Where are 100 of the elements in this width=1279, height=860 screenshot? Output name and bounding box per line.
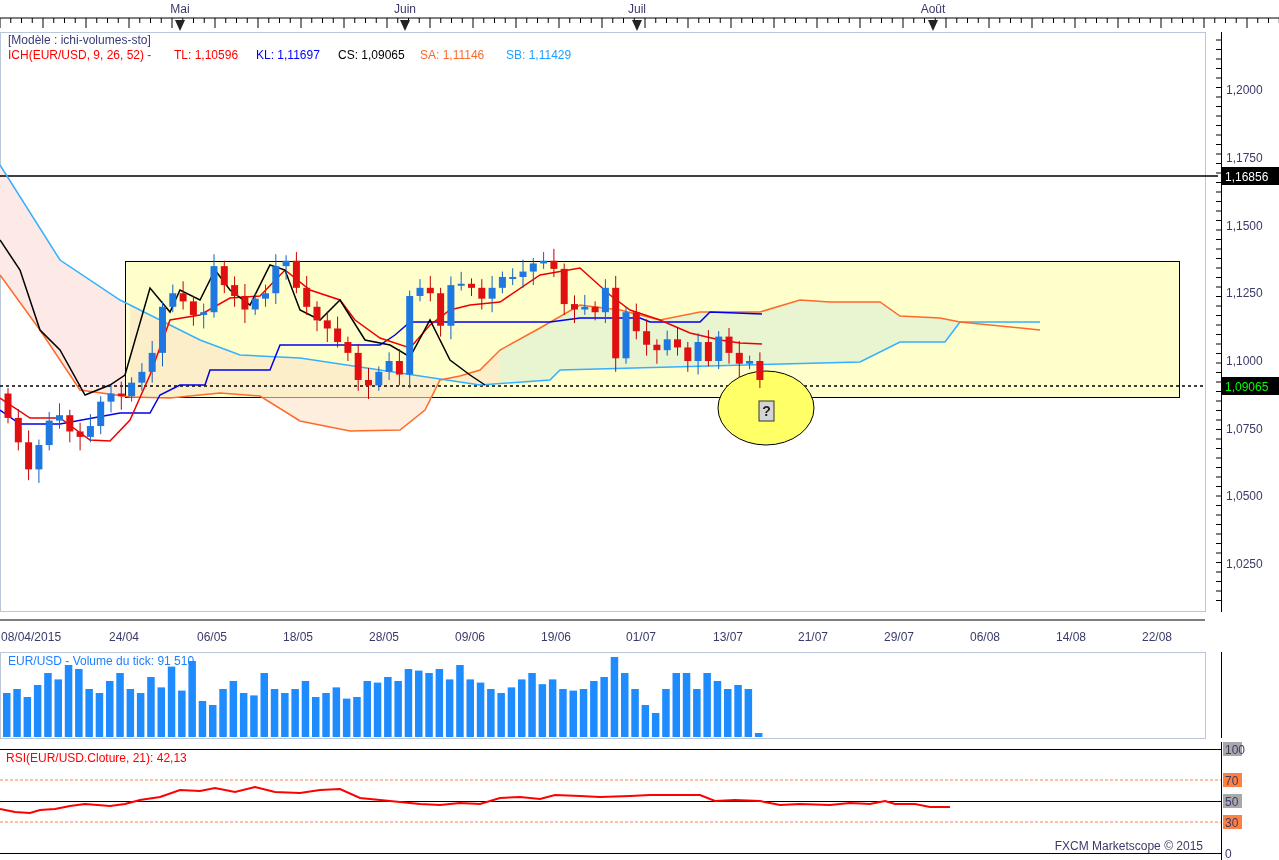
candlestick xyxy=(107,384,115,413)
candlestick xyxy=(416,278,424,302)
candlestick xyxy=(148,340,156,384)
candlestick xyxy=(251,292,259,316)
month-label: Juin xyxy=(394,2,416,16)
candlestick xyxy=(25,429,33,481)
date-label: 21/07 xyxy=(798,630,828,644)
month-label: Mai xyxy=(170,2,190,16)
candlestick xyxy=(303,275,311,316)
candlestick xyxy=(663,330,671,357)
candlestick xyxy=(540,251,548,270)
price-label: 1,0250 xyxy=(1226,557,1263,571)
candlestick xyxy=(241,283,249,324)
candlestick xyxy=(35,439,43,484)
date-label: 29/07 xyxy=(884,630,914,644)
candlestick xyxy=(14,408,22,451)
price-label: 1,1500 xyxy=(1226,219,1263,233)
month-label: Juil xyxy=(628,2,646,16)
date-label: 28/05 xyxy=(369,630,399,644)
candlestick xyxy=(694,332,702,376)
candlestick xyxy=(447,275,455,340)
legend-item: SB: 1,11429 xyxy=(506,48,572,62)
candlestick xyxy=(86,413,94,443)
candlestick xyxy=(334,316,342,348)
candlestick xyxy=(56,402,63,430)
month-label: Août xyxy=(920,2,946,16)
candlestick xyxy=(375,365,383,392)
candlestick xyxy=(704,329,712,367)
candlestick xyxy=(313,300,321,332)
candlestick xyxy=(323,311,331,343)
candlestick xyxy=(292,251,300,294)
candlestick xyxy=(344,336,352,362)
candlestick xyxy=(509,267,517,286)
candlestick xyxy=(169,284,177,313)
candlestick xyxy=(674,326,681,357)
candlestick xyxy=(282,254,290,281)
candlestick xyxy=(117,381,125,411)
candlestick xyxy=(488,275,496,313)
candlestick xyxy=(179,280,187,310)
price-label: 1,1750 xyxy=(1226,151,1263,165)
month-marker-icon xyxy=(928,20,938,31)
candlestick xyxy=(189,295,197,327)
month-marker-icon xyxy=(400,20,410,31)
date-label: 14/08 xyxy=(1056,630,1086,644)
copyright-text: FXCM Marketscope © 2015 xyxy=(1054,839,1203,853)
candlestick xyxy=(632,303,640,340)
candlestick xyxy=(529,257,537,286)
candlestick xyxy=(498,271,506,294)
date-label: 24/04 xyxy=(109,630,139,644)
candlestick xyxy=(354,343,362,392)
date-label: 06/05 xyxy=(197,630,227,644)
price-label: 1,1000 xyxy=(1226,354,1263,368)
candlestick xyxy=(560,262,568,316)
candlestick xyxy=(550,248,558,278)
month-marker-icon xyxy=(632,20,642,31)
date-label: 13/07 xyxy=(713,630,743,644)
rsi-scale-label: 50 xyxy=(1223,794,1242,809)
candlestick xyxy=(365,367,372,400)
legend-item: ICH(EUR/USD, 9, 26, 52) - xyxy=(8,48,152,62)
candlestick xyxy=(385,351,393,381)
price-label: 1,1250 xyxy=(1226,286,1263,300)
candlestick xyxy=(138,362,146,392)
candlestick xyxy=(395,348,403,386)
candlestick xyxy=(591,300,599,321)
rsi-scale-label: 30 xyxy=(1223,815,1242,830)
date-label: 19/06 xyxy=(541,630,571,644)
candlestick xyxy=(200,303,208,329)
candlestick xyxy=(715,330,723,370)
candlestick xyxy=(231,275,239,308)
candlestick xyxy=(66,409,74,443)
candlestick xyxy=(478,278,486,310)
question-marker: ? xyxy=(762,403,771,419)
candlestick xyxy=(457,271,465,292)
legend-item: CS: 1,09065 xyxy=(338,48,405,62)
candlestick xyxy=(426,275,434,302)
candlestick xyxy=(437,287,445,338)
candlestick xyxy=(272,253,280,305)
price-tag: 1,16856 xyxy=(1222,167,1279,185)
candlestick xyxy=(159,300,166,367)
candlestick xyxy=(468,277,475,297)
rsi-scale-label: 70 xyxy=(1223,773,1242,788)
date-label: 01/07 xyxy=(626,630,656,644)
date-label: 22/08 xyxy=(1142,630,1172,644)
candlestick xyxy=(653,338,661,365)
legend-item: TL: 1,10596 xyxy=(174,48,239,62)
rsi-label: RSI(EUR/USD.Cloture, 21): 42,13 xyxy=(6,751,187,765)
template-label: [Modèle : ichi-volumes-sto] xyxy=(8,33,151,47)
candlestick xyxy=(220,260,228,294)
candlestick xyxy=(45,411,53,451)
candlestick xyxy=(97,395,105,435)
legend-item: KL: 1,11697 xyxy=(256,48,320,62)
candlestick xyxy=(643,318,651,357)
month-marker-icon xyxy=(175,20,185,31)
candlestick xyxy=(76,422,84,451)
candlestick xyxy=(746,355,754,370)
date-label: 09/06 xyxy=(455,630,485,644)
price-label: 1,0500 xyxy=(1226,489,1263,503)
price-label: 1,0750 xyxy=(1226,422,1263,436)
legend-item: SA: 1,11146 xyxy=(420,48,485,62)
candlestick xyxy=(210,253,218,319)
